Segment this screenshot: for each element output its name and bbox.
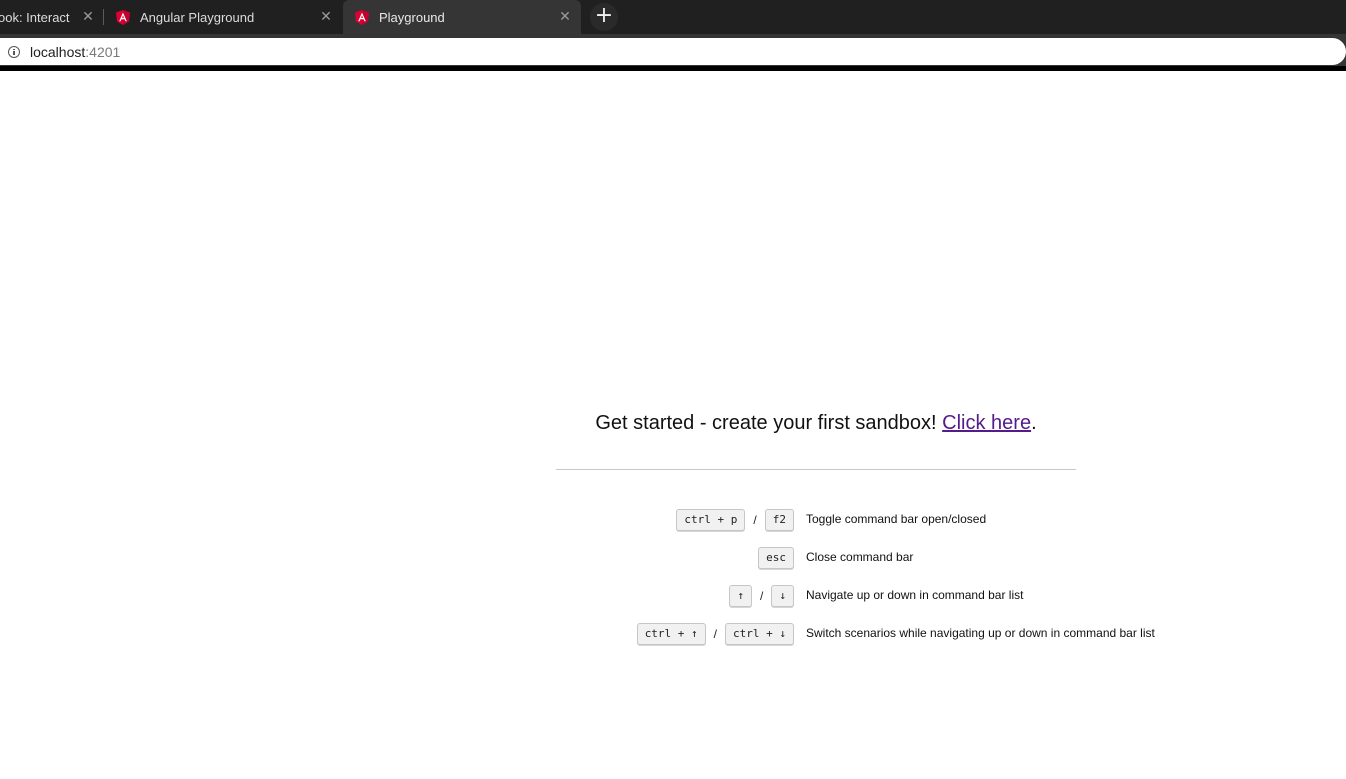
shortcut-keys: ctrl + ↑ / ctrl + ↓ — [636, 622, 794, 646]
shortcut-row-navigate: ↑ / ↓ Navigate up or down in command bar… — [556, 584, 1346, 608]
shortcut-description: Toggle command bar open/closed — [806, 512, 987, 526]
close-icon[interactable]: ✕ — [80, 9, 96, 25]
new-tab-button[interactable]: + — [590, 3, 618, 31]
tab-playground[interactable]: Playground ✕ — [343, 0, 581, 34]
shortcut-row-toggle: ctrl + p / f2 Toggle command bar open/cl… — [556, 508, 1346, 532]
tab-title: Angular Playground — [140, 9, 255, 25]
get-started-message: Get started - create your first sandbox!… — [556, 412, 1076, 435]
headline-text: Get started - create your first sandbox! — [595, 412, 943, 434]
kbd-key: ↓ — [771, 585, 794, 607]
shortcut-description: Switch scenarios while navigating up or … — [806, 626, 1155, 640]
key-separator: / — [760, 589, 764, 603]
kbd-key: ctrl + p — [676, 509, 746, 531]
kbd-key: ctrl + ↑ — [636, 623, 706, 645]
click-here-link[interactable]: Click here — [942, 412, 1031, 434]
url-host: localhost — [30, 43, 86, 60]
shortcut-keys: ctrl + p / f2 — [676, 508, 794, 532]
tab-title: Playground — [379, 9, 445, 25]
key-separator: / — [753, 513, 757, 527]
shortcut-row-switch: ctrl + ↑ / ctrl + ↓ Switch scenarios whi… — [556, 622, 1346, 646]
shortcut-description: Close command bar — [806, 550, 914, 564]
url-text[interactable]: localhost:4201 — [30, 44, 120, 60]
headline-end: . — [1031, 412, 1037, 434]
close-icon[interactable]: ✕ — [318, 9, 334, 25]
tab-title: ook: Interact — [0, 9, 70, 25]
shortcut-keys: esc — [758, 546, 794, 570]
kbd-key: ↑ — [729, 585, 753, 607]
kbd-key: f2 — [764, 509, 794, 531]
kbd-key: esc — [758, 547, 794, 569]
angular-icon — [355, 9, 369, 25]
shortcut-keys: ↑ / ↓ — [729, 584, 794, 608]
shortcut-description: Navigate up or down in command bar list — [806, 588, 1024, 602]
tab-storybook[interactable]: ook: Interact ✕ — [0, 0, 104, 34]
angular-icon — [116, 9, 130, 25]
close-icon[interactable]: ✕ — [557, 9, 573, 25]
tab-angular-playground[interactable]: Angular Playground ✕ — [104, 0, 342, 34]
kbd-key: ctrl + ↓ — [725, 623, 794, 645]
key-separator: / — [713, 627, 718, 641]
url-port: :4201 — [85, 43, 121, 60]
browser-tab-strip: ook: Interact ✕ Angular Playground ✕ Pla… — [0, 0, 1346, 34]
divider — [556, 469, 1076, 470]
address-bar[interactable]: localhost:4201 — [0, 38, 1346, 65]
info-icon[interactable] — [8, 45, 20, 58]
shortcut-row-close: esc Close command bar — [556, 546, 1346, 570]
page-content: Get started - create your first sandbox!… — [0, 71, 1346, 779]
